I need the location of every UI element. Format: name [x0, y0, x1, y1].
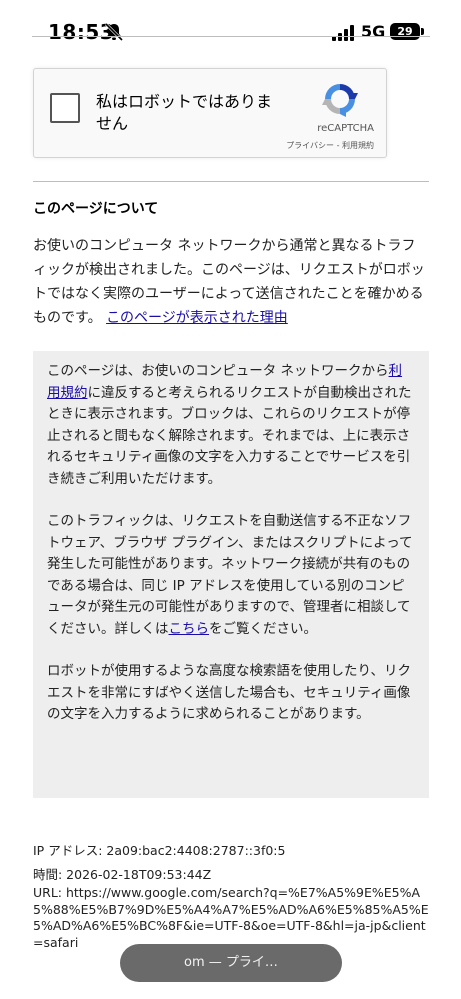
ip-address: IP アドレス: 2a09:bac2:4408:2787::3f0:5: [33, 843, 286, 858]
signal-icon: [332, 25, 354, 41]
not-robot-label[interactable]: 私はロボットではありません: [96, 91, 276, 135]
not-robot-checkbox[interactable]: [50, 93, 80, 123]
recaptcha-privacy-terms[interactable]: プライバシー - 利用規約: [234, 140, 374, 151]
details-paragraph-2: このトラフィックは、リクエストを自動送信する不正なソフトウェア、ブラウザ プラグ…: [47, 511, 415, 640]
timestamp: 時間: 2026-02-18T09:53:44Z: [33, 867, 212, 882]
address-bar-pill[interactable]: om — プライ…: [120, 944, 342, 982]
recaptcha-brand: reCAPTCHA: [317, 123, 374, 134]
p1-before: このページは、お使いのコンピュータ ネットワークから: [47, 363, 389, 379]
p2-after: をご覧ください。: [209, 620, 317, 637]
top-divider: [32, 36, 430, 37]
p2-before: このトラフィックは、リクエストを自動送信する不正なソフトウェア、ブラウザ プラグ…: [47, 513, 413, 637]
battery-icon: 29: [390, 23, 420, 40]
details-paragraph-1: このページは、お使いのコンピュータ ネットワークから利用規約に違反すると考えられ…: [47, 361, 415, 490]
section-divider: [33, 181, 429, 182]
battery-cap: [421, 28, 424, 35]
details-box: このページは、お使いのコンピュータ ネットワークから利用規約に違反すると考えられ…: [33, 351, 429, 798]
request-url: URL: https://www.google.com/search?q=%E7…: [33, 885, 429, 950]
recaptcha-widget: 私はロボットではありません reCAPTCHA プライバシー - 利用規約: [33, 68, 387, 158]
p1-after: に違反すると考えられるリクエストが自動検出されたときに表示されます。ブロックは、…: [47, 384, 412, 487]
recaptcha-logo-icon: [322, 84, 358, 117]
network-label: 5G: [361, 22, 386, 41]
more-info-link[interactable]: こちら: [169, 621, 210, 637]
why-shown-link[interactable]: このページが表示された理由: [106, 310, 288, 326]
intro-text: お使いのコンピュータ ネットワークから通常と異なるトラフィックが検出されました。…: [33, 234, 429, 330]
status-bar: 18:53 5G 29: [0, 0, 461, 60]
details-paragraph-3: ロボットが使用するような高度な検索語を使用したり、リクエストを非常にすばやく送信…: [47, 663, 411, 722]
page-title: このページについて: [33, 201, 159, 217]
bell-slash-icon: [104, 22, 124, 42]
